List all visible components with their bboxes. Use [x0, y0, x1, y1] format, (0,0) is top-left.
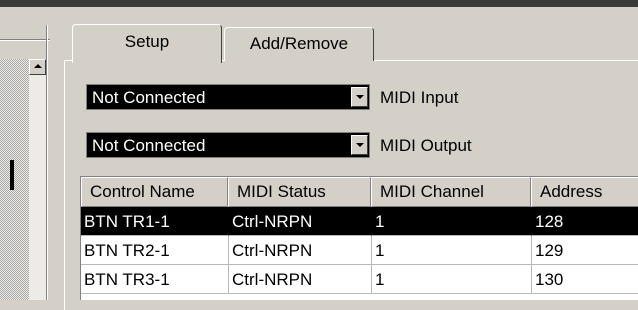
scroll-up-arrow-icon[interactable]	[29, 59, 46, 75]
left-panel-edge	[46, 25, 48, 300]
tab-setup[interactable]: Setup	[72, 24, 222, 63]
caret-marker	[10, 160, 14, 190]
title-bar-edge	[0, 0, 638, 7]
left-list-area[interactable]	[0, 59, 29, 300]
tab-page-setup	[64, 60, 638, 310]
left-panel	[0, 7, 50, 300]
tab-add-remove-label: Add/Remove	[249, 34, 349, 53]
tab-add-remove[interactable]: Add/Remove	[224, 27, 374, 61]
tab-setup-label: Setup	[124, 32, 170, 51]
scrollbar-track[interactable]	[29, 75, 46, 300]
left-panel-divider	[0, 39, 50, 41]
